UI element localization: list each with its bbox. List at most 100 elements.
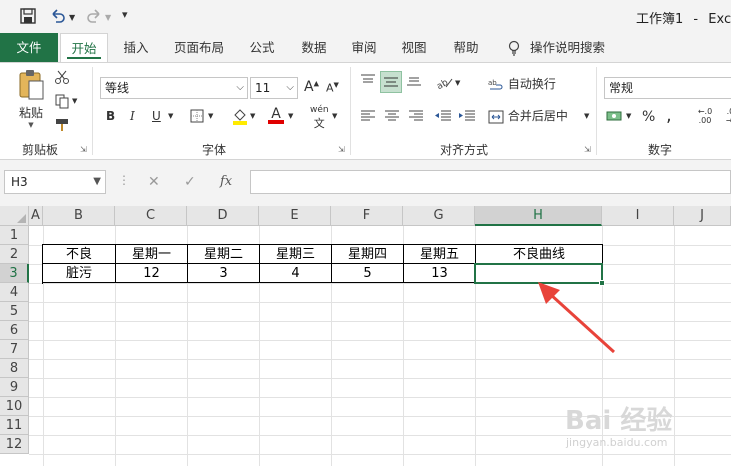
row-header-3[interactable]: 3 [0, 264, 29, 283]
italic-button[interactable]: I [130, 109, 135, 123]
cell-d3[interactable]: 3 [188, 264, 260, 283]
column-header-e[interactable]: E [259, 206, 331, 226]
font-color-dropdown-icon[interactable]: ▼ [288, 112, 293, 120]
merge-center-button[interactable]: 合并后居中 [488, 107, 568, 124]
merge-dropdown-icon[interactable]: ▼ [584, 112, 589, 120]
tab-formulas[interactable]: 公式 [238, 33, 286, 62]
cut-icon[interactable] [54, 69, 70, 88]
customize-toolbar-icon[interactable]: ▾ [122, 8, 128, 21]
cell-g3[interactable]: 13 [404, 264, 476, 283]
save-icon[interactable] [20, 8, 36, 28]
tell-me-search[interactable]: 操作说明搜索 [530, 33, 610, 62]
row-header-11[interactable]: 11 [0, 416, 29, 435]
tab-help[interactable]: 帮助 [442, 33, 490, 62]
cell-e2[interactable]: 星期三 [260, 245, 332, 264]
align-bottom-icon[interactable] [406, 73, 422, 90]
row-header-9[interactable]: 9 [0, 378, 29, 397]
column-header-j[interactable]: J [674, 206, 731, 226]
borders-dropdown-icon[interactable]: ▼ [208, 112, 213, 120]
column-header-h[interactable]: H [475, 206, 602, 226]
column-header-d[interactable]: D [187, 206, 259, 226]
cell-g2[interactable]: 星期五 [404, 245, 476, 264]
cell-d2[interactable]: 星期二 [188, 245, 260, 264]
cell-b2[interactable]: 不良 [43, 245, 116, 264]
font-size-combo[interactable]: 11 ⌵ [250, 77, 298, 99]
tab-home[interactable]: 开始 [60, 33, 108, 63]
copy-icon[interactable] [54, 93, 70, 112]
row-header-8[interactable]: 8 [0, 359, 29, 378]
row-header-6[interactable]: 6 [0, 321, 29, 340]
cell-h2[interactable]: 不良曲线 [476, 245, 603, 264]
row-header-10[interactable]: 10 [0, 397, 29, 416]
tab-page-layout[interactable]: 页面布局 [164, 33, 234, 62]
row-header-7[interactable]: 7 [0, 340, 29, 359]
tab-review[interactable]: 审阅 [340, 33, 388, 62]
align-left-icon[interactable] [360, 109, 376, 126]
lightbulb-icon[interactable] [504, 33, 524, 62]
tab-data[interactable]: 数据 [290, 33, 338, 62]
cell-f3[interactable]: 5 [332, 264, 404, 283]
decrease-decimal-button[interactable]: .00 →.0 [720, 107, 731, 125]
tab-insert[interactable]: 插入 [112, 33, 160, 62]
row-header-1[interactable]: 1 [0, 226, 29, 245]
column-header-a[interactable]: A [29, 206, 43, 226]
accounting-dropdown-icon[interactable]: ▼ [626, 112, 631, 120]
align-center-icon[interactable] [384, 109, 400, 126]
confirm-entry-icon[interactable]: ✓ [184, 174, 196, 190]
decrease-font-size-icon[interactable]: A▼ [326, 81, 339, 95]
column-header-g[interactable]: G [403, 206, 475, 226]
phonetic-guide-button[interactable]: wén 文 [310, 105, 329, 131]
name-box[interactable]: H3 ▼ [4, 170, 106, 194]
font-launcher-icon[interactable]: ⇲ [338, 145, 345, 154]
font-name-combo[interactable]: 等线 ⌵ [100, 77, 248, 99]
comma-style-button[interactable]: , [666, 105, 672, 126]
wrap-text-button[interactable]: ab 自动换行 [488, 75, 556, 92]
align-right-icon[interactable] [408, 109, 424, 126]
tab-view[interactable]: 视图 [390, 33, 438, 62]
paste-button[interactable]: 粘贴 ▼ [14, 69, 48, 131]
row-header-5[interactable]: 5 [0, 302, 29, 321]
cell-c2[interactable]: 星期一 [116, 245, 188, 264]
alignment-launcher-icon[interactable]: ⇲ [584, 145, 591, 154]
align-top-icon[interactable] [358, 73, 378, 93]
underline-dropdown-icon[interactable]: ▼ [168, 112, 173, 120]
cell-b3[interactable]: 脏污 [43, 264, 116, 283]
increase-decimal-button[interactable]: ←.0 .00 [692, 107, 718, 125]
number-format-combo[interactable]: 常规 [604, 77, 731, 99]
bold-button[interactable]: B [106, 109, 115, 123]
column-header-f[interactable]: F [331, 206, 403, 226]
select-all-button[interactable] [0, 206, 29, 226]
fill-color-dropdown-icon[interactable]: ▼ [250, 112, 255, 120]
column-header-c[interactable]: C [115, 206, 187, 226]
row-header-4[interactable]: 4 [0, 283, 29, 302]
font-color-button[interactable]: A [268, 106, 284, 124]
formula-input[interactable] [250, 170, 731, 194]
borders-icon[interactable] [190, 109, 204, 126]
orientation-dropdown-icon[interactable]: ▼ [455, 79, 460, 87]
decrease-indent-icon[interactable] [434, 109, 452, 126]
tab-file[interactable]: 文件 [0, 33, 58, 62]
percent-style-button[interactable]: % [642, 109, 655, 125]
orientation-icon[interactable]: ab [435, 75, 454, 92]
format-painter-icon[interactable] [54, 117, 70, 136]
fill-color-icon[interactable] [232, 107, 248, 128]
accounting-format-icon[interactable] [606, 109, 624, 126]
column-header-i[interactable]: I [602, 206, 674, 226]
undo-icon[interactable] [50, 8, 66, 28]
increase-font-size-icon[interactable]: A▲ [304, 79, 319, 95]
insert-function-icon[interactable]: fx [220, 174, 232, 189]
clipboard-launcher-icon[interactable]: ⇲ [80, 145, 87, 154]
redo-icon[interactable] [86, 8, 102, 28]
redo-dropdown-icon[interactable]: ▼ [105, 13, 111, 22]
increase-indent-icon[interactable] [458, 109, 476, 126]
row-header-2[interactable]: 2 [0, 245, 29, 264]
align-middle-icon[interactable] [380, 71, 402, 93]
undo-dropdown-icon[interactable]: ▼ [69, 13, 75, 22]
underline-button[interactable]: U [152, 109, 161, 123]
phonetic-dropdown-icon[interactable]: ▼ [332, 112, 337, 120]
cancel-entry-icon[interactable]: ✕ [148, 174, 160, 190]
cell-f2[interactable]: 星期四 [332, 245, 404, 264]
row-header-12[interactable]: 12 [0, 435, 29, 454]
more-options-icon[interactable]: ⋮ [118, 173, 130, 187]
cell-c3[interactable]: 12 [116, 264, 188, 283]
